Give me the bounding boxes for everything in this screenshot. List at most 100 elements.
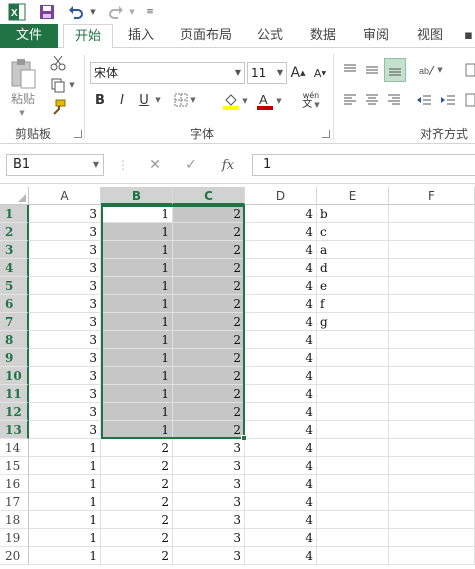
fill-color-icon[interactable]: ▼ [220, 90, 250, 112]
cell-d19[interactable]: 4 [245, 529, 317, 547]
cell-e8[interactable] [317, 331, 389, 349]
column-header-c[interactable]: C [173, 187, 245, 205]
paste-dropdown-icon[interactable]: ▼ [14, 108, 30, 118]
cell-d6[interactable]: 4 [245, 295, 317, 313]
cell-a7[interactable]: 3 [29, 313, 101, 331]
tab-file[interactable]: 文件 [0, 24, 58, 48]
cell-c8[interactable]: 2 [173, 331, 245, 349]
cell-a11[interactable]: 3 [29, 385, 101, 403]
tab-page-layout[interactable]: 页面布局 [170, 24, 242, 48]
cell-b9[interactable]: 1 [101, 349, 173, 367]
cell-c14[interactable]: 3 [173, 439, 245, 457]
cell-a18[interactable]: 1 [29, 511, 101, 529]
cell-b20[interactable]: 2 [101, 547, 173, 565]
cell-e6[interactable]: f [317, 295, 389, 313]
cell-a17[interactable]: 1 [29, 493, 101, 511]
cell-d17[interactable]: 4 [245, 493, 317, 511]
cell-f10[interactable] [389, 367, 475, 385]
cell-f17[interactable] [389, 493, 475, 511]
row-header[interactable]: 19 [0, 529, 29, 547]
merge-center-icon[interactable] [464, 90, 475, 110]
cell-f12[interactable] [389, 403, 475, 421]
cell-c16[interactable]: 3 [173, 475, 245, 493]
cell-e15[interactable] [317, 457, 389, 475]
cell-c1[interactable]: 2 [173, 205, 245, 223]
cell-c17[interactable]: 3 [173, 493, 245, 511]
cell-f20[interactable] [389, 547, 475, 565]
cell-e1[interactable]: b [317, 205, 389, 223]
cell-b2[interactable]: 1 [101, 223, 173, 241]
paste-icon[interactable] [6, 56, 40, 92]
cell-d15[interactable]: 4 [245, 457, 317, 475]
cell-a10[interactable]: 3 [29, 367, 101, 385]
format-painter-icon[interactable] [48, 98, 68, 116]
align-top-icon[interactable] [340, 60, 360, 80]
cell-f11[interactable] [389, 385, 475, 403]
name-box[interactable]: B1 ▼ [6, 154, 104, 176]
cell-b15[interactable]: 2 [101, 457, 173, 475]
cell-a4[interactable]: 3 [29, 259, 101, 277]
cell-a8[interactable]: 3 [29, 331, 101, 349]
cell-f3[interactable] [389, 241, 475, 259]
cell-b7[interactable]: 1 [101, 313, 173, 331]
cell-a9[interactable]: 3 [29, 349, 101, 367]
cell-d11[interactable]: 4 [245, 385, 317, 403]
cell-c5[interactable]: 2 [173, 277, 245, 295]
align-left-icon[interactable] [340, 90, 360, 110]
row-header[interactable]: 4 [0, 259, 29, 277]
cell-b19[interactable]: 2 [101, 529, 173, 547]
cell-f7[interactable] [389, 313, 475, 331]
row-header[interactable]: 15 [0, 457, 29, 475]
cell-d9[interactable]: 4 [245, 349, 317, 367]
cell-c15[interactable]: 3 [173, 457, 245, 475]
cell-f13[interactable] [389, 421, 475, 439]
cell-b6[interactable]: 1 [101, 295, 173, 313]
bold-button[interactable]: B [92, 90, 108, 110]
cell-b13[interactable]: 1 [101, 421, 173, 439]
cell-d5[interactable]: 4 [245, 277, 317, 295]
cell-b3[interactable]: 1 [101, 241, 173, 259]
column-header-b[interactable]: B [101, 187, 173, 205]
cell-e20[interactable] [317, 547, 389, 565]
cell-f14[interactable] [389, 439, 475, 457]
row-header[interactable]: 11 [0, 385, 29, 403]
cell-a6[interactable]: 3 [29, 295, 101, 313]
row-header[interactable]: 13 [0, 421, 29, 439]
cell-e12[interactable] [317, 403, 389, 421]
clipboard-launcher-icon[interactable] [74, 130, 82, 138]
row-header[interactable]: 17 [0, 493, 29, 511]
cell-f1[interactable] [389, 205, 475, 223]
row-header[interactable]: 7 [0, 313, 29, 331]
borders-icon[interactable]: ▼ [172, 90, 198, 110]
cell-c11[interactable]: 2 [173, 385, 245, 403]
cell-f9[interactable] [389, 349, 475, 367]
tab-insert[interactable]: 插入 [117, 24, 165, 48]
cell-d12[interactable]: 4 [245, 403, 317, 421]
cell-c12[interactable]: 2 [173, 403, 245, 421]
cell-e13[interactable] [317, 421, 389, 439]
increase-indent-icon[interactable] [438, 90, 458, 110]
paste-button[interactable]: 粘贴 [6, 90, 40, 106]
cell-d1[interactable]: 4 [245, 205, 317, 223]
cell-d4[interactable]: 4 [245, 259, 317, 277]
column-header-a[interactable]: A [29, 187, 101, 205]
italic-button[interactable]: I [114, 90, 130, 110]
row-header[interactable]: 10 [0, 367, 29, 385]
cell-a12[interactable]: 3 [29, 403, 101, 421]
row-header[interactable]: 14 [0, 439, 29, 457]
cell-d10[interactable]: 4 [245, 367, 317, 385]
cell-c9[interactable]: 2 [173, 349, 245, 367]
tab-view[interactable]: 视图 [406, 24, 454, 48]
cell-a15[interactable]: 1 [29, 457, 101, 475]
cell-e18[interactable] [317, 511, 389, 529]
cell-a20[interactable]: 1 [29, 547, 101, 565]
cell-f6[interactable] [389, 295, 475, 313]
cell-c2[interactable]: 2 [173, 223, 245, 241]
redo-dropdown-icon[interactable]: ▼ [127, 2, 137, 22]
cell-a19[interactable]: 1 [29, 529, 101, 547]
cell-a14[interactable]: 1 [29, 439, 101, 457]
cell-c10[interactable]: 2 [173, 367, 245, 385]
cell-e4[interactable]: d [317, 259, 389, 277]
cell-b10[interactable]: 1 [101, 367, 173, 385]
underline-button[interactable]: U [136, 90, 152, 110]
